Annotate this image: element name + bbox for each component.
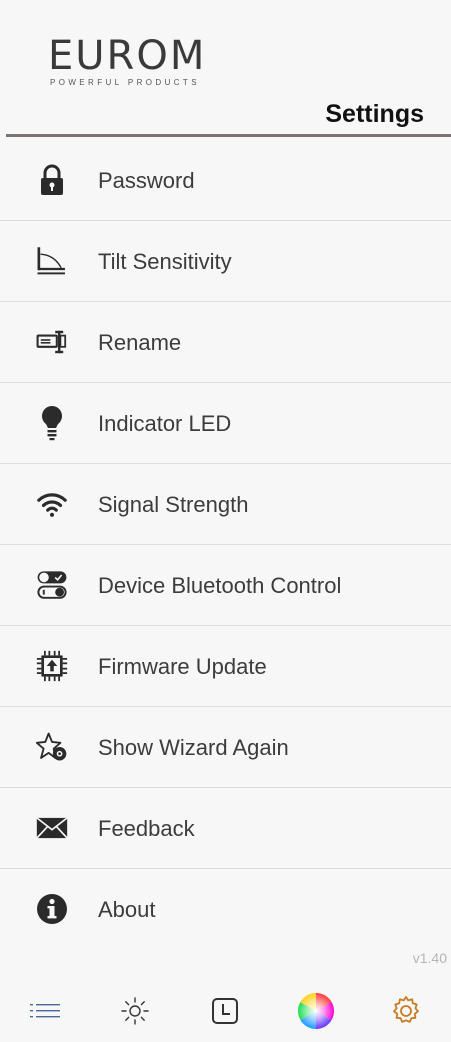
menu-item-signal-strength[interactable]: Signal Strength bbox=[0, 464, 451, 545]
chip-upload-icon bbox=[36, 650, 68, 682]
tilt-angle-icon bbox=[36, 245, 68, 277]
settings-menu: Password Tilt Sensitivity Rename Indicat… bbox=[0, 140, 451, 949]
menu-item-label: Show Wizard Again bbox=[98, 735, 289, 760]
menu-item-indicator-led[interactable]: Indicator LED bbox=[0, 383, 451, 464]
nav-settings-button[interactable] bbox=[382, 990, 430, 1038]
menu-item-show-wizard-again[interactable]: Show Wizard Again bbox=[0, 707, 451, 788]
nav-timer-button[interactable] bbox=[201, 990, 249, 1038]
toggle-switches-icon bbox=[36, 569, 68, 601]
brightness-icon bbox=[120, 996, 150, 1031]
menu-item-label: Signal Strength bbox=[98, 492, 249, 517]
menu-item-password[interactable]: Password bbox=[0, 140, 451, 221]
eurom-logo: EUROM POWERFUL PRODUCTS bbox=[48, 36, 206, 87]
padlock-icon bbox=[36, 164, 68, 196]
list-icon bbox=[30, 1001, 61, 1026]
menu-item-rename[interactable]: Rename bbox=[0, 302, 451, 383]
menu-item-label: Firmware Update bbox=[98, 654, 267, 679]
page-title: Settings bbox=[325, 100, 424, 128]
nav-color-button[interactable] bbox=[292, 990, 340, 1038]
clock-icon bbox=[211, 997, 239, 1030]
nav-brightness-button[interactable] bbox=[111, 990, 159, 1038]
menu-item-device-bluetooth-control[interactable]: Device Bluetooth Control bbox=[0, 545, 451, 626]
menu-item-about[interactable]: About bbox=[0, 869, 451, 949]
lightbulb-icon bbox=[36, 406, 68, 441]
nav-menu-button[interactable] bbox=[21, 990, 69, 1038]
gear-icon bbox=[390, 995, 422, 1032]
menu-item-label: Indicator LED bbox=[98, 411, 232, 436]
menu-item-label: About bbox=[98, 897, 156, 922]
menu-item-tilt-sensitivity[interactable]: Tilt Sensitivity bbox=[0, 221, 451, 302]
star-wizard-icon bbox=[36, 731, 68, 763]
envelope-icon bbox=[36, 812, 68, 844]
menu-item-feedback[interactable]: Feedback bbox=[0, 788, 451, 869]
menu-item-label: Feedback bbox=[98, 816, 195, 841]
logo-tagline: POWERFUL PRODUCTS bbox=[50, 78, 200, 87]
menu-item-label: Tilt Sensitivity bbox=[98, 249, 232, 274]
header-divider bbox=[6, 134, 451, 137]
app-version: v1.40 bbox=[412, 950, 447, 966]
menu-item-label: Rename bbox=[98, 330, 182, 355]
menu-item-label: Device Bluetooth Control bbox=[98, 573, 342, 598]
logo-wordmark: EUROM bbox=[48, 33, 207, 79]
color-wheel-icon bbox=[297, 992, 335, 1035]
info-icon bbox=[36, 893, 68, 925]
wifi-signal-icon bbox=[36, 488, 68, 520]
app-header: EUROM POWERFUL PRODUCTS Settings bbox=[0, 0, 451, 137]
menu-item-label: Password bbox=[98, 168, 195, 193]
menu-item-firmware-update[interactable]: Firmware Update bbox=[0, 626, 451, 707]
bottom-navigation bbox=[0, 985, 451, 1042]
rename-cursor-icon bbox=[36, 326, 68, 358]
